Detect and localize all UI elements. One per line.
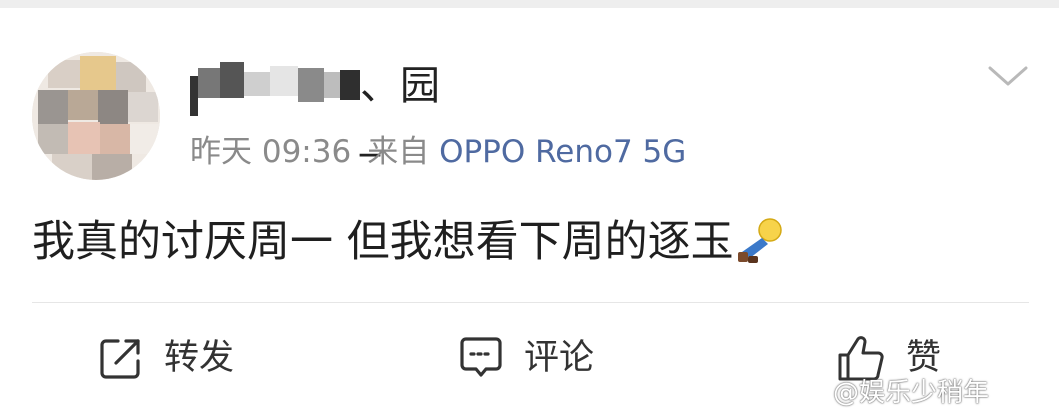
post-body: 我真的讨厌周一 但我想看下周的逐玉 <box>32 214 784 270</box>
top-separator <box>0 0 1059 8</box>
post-meta: 昨天 09:36 来自 OPPO Reno7 5G <box>190 132 686 172</box>
post-text: 我真的讨厌周一 但我想看下周的逐玉 <box>32 217 734 267</box>
share-arrow-icon <box>98 335 144 381</box>
timestamp: 昨天 09:36 <box>190 134 352 170</box>
lying-person-emoji <box>736 216 784 264</box>
watermark: @娱乐少稍年 <box>833 378 990 408</box>
source-prefix: 来自 <box>367 134 430 170</box>
comment-button[interactable]: 评论 <box>458 330 594 386</box>
username[interactable]: 、园_ <box>190 58 450 157</box>
comment-bubble-icon <box>458 335 504 381</box>
divider <box>32 302 1029 303</box>
comment-label: 评论 <box>524 338 595 378</box>
avatar[interactable] <box>32 52 160 180</box>
source-device-link[interactable]: OPPO Reno7 5G <box>439 134 686 170</box>
chevron-down-icon[interactable] <box>986 62 1030 90</box>
repost-label: 转发 <box>164 338 235 378</box>
repost-button[interactable]: 转发 <box>98 330 234 386</box>
